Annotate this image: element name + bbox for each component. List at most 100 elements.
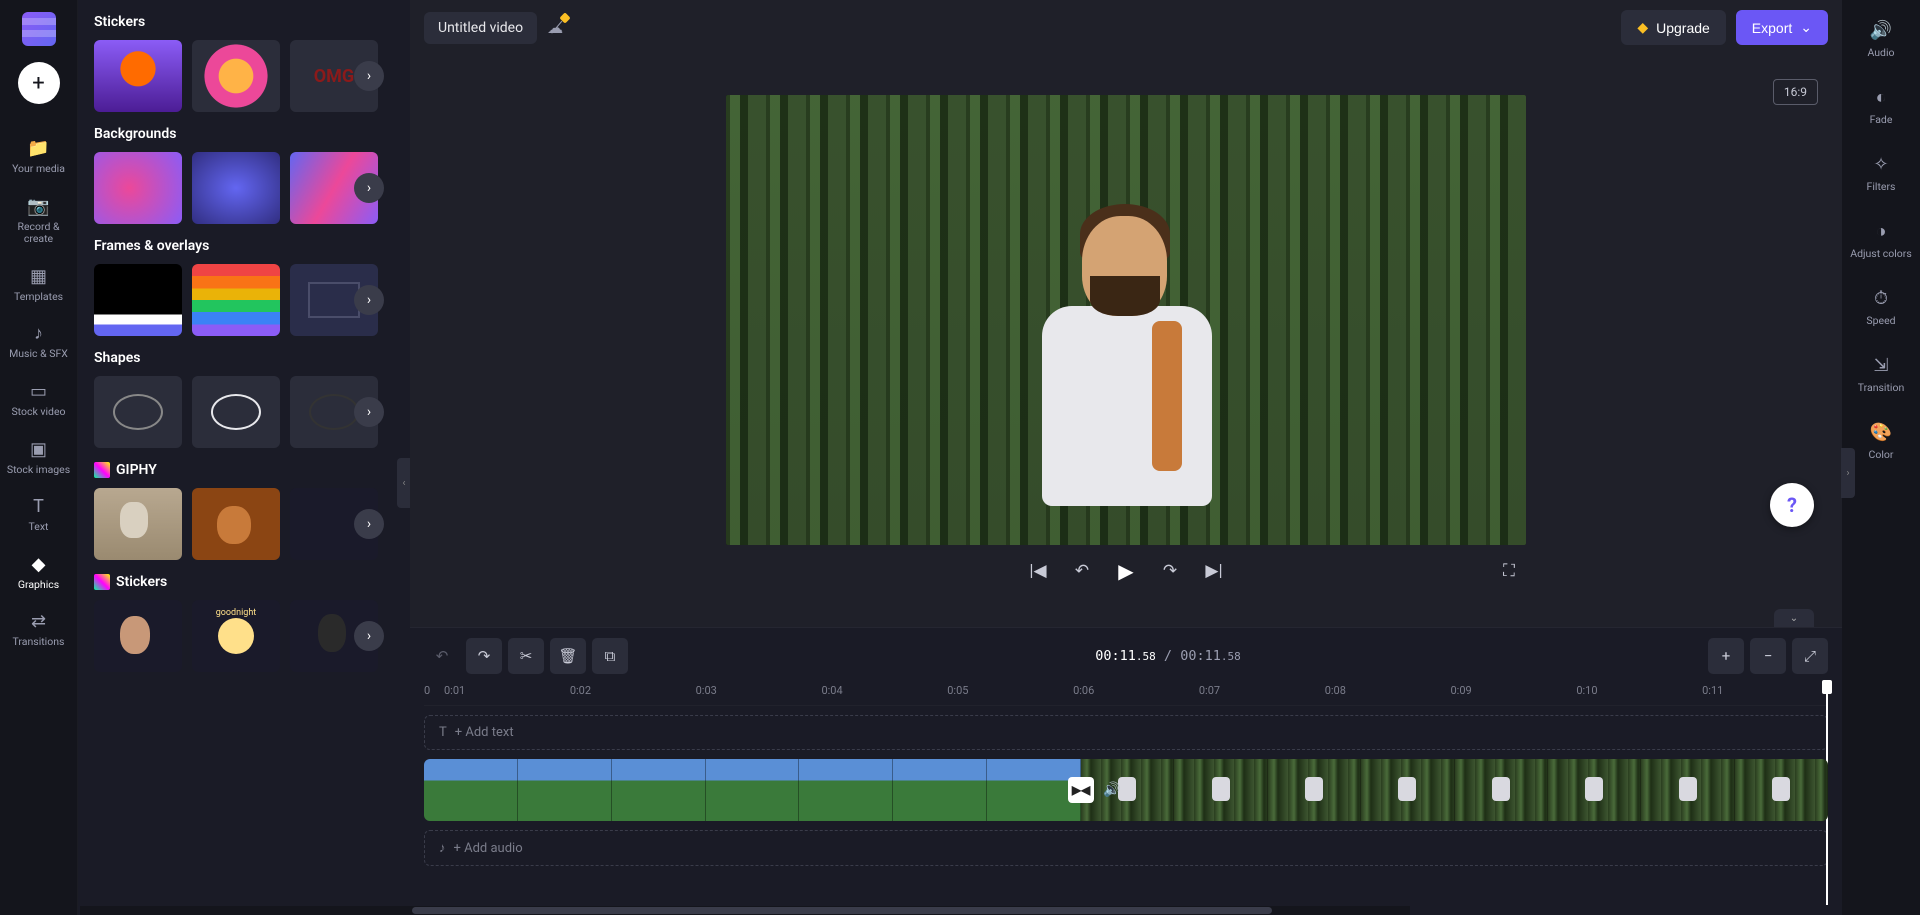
- prop-transition[interactable]: ⇲Transition: [1842, 355, 1920, 394]
- giphy-sticker-thumb[interactable]: [94, 600, 182, 672]
- nav-templates[interactable]: ▦Templates: [0, 256, 77, 314]
- giphy-logo-icon: [94, 462, 110, 478]
- templates-icon: ▦: [30, 266, 47, 287]
- video-canvas[interactable]: [726, 95, 1526, 545]
- giphy-thumb[interactable]: [94, 488, 182, 560]
- left-nav-rail: + 📁Your media 📷Record & create ▦Template…: [0, 0, 78, 915]
- play-button[interactable]: ▶: [1115, 559, 1137, 583]
- preview-area: 16:9 |◀ ↶ ▶ ↷ ▶| ⛶ ? ⌄: [410, 55, 1842, 627]
- frame-thumb[interactable]: [94, 264, 182, 336]
- giphy-thumb[interactable]: [192, 488, 280, 560]
- duplicate-button[interactable]: ⧉: [592, 638, 628, 674]
- right-properties-rail: 🔊Audio ◐Fade ✧Filters ◑Adjust colors ⏱Sp…: [1842, 0, 1920, 915]
- more-giphy-stickers-button[interactable]: ›: [354, 621, 384, 651]
- section-backgrounds-title: Backgrounds: [94, 126, 394, 142]
- frame-thumb[interactable]: [192, 264, 280, 336]
- giphy-row: ›: [94, 488, 394, 560]
- timeline-ruler[interactable]: 0 0:01 0:02 0:03 0:04 0:05 0:06 0:07 0:0…: [424, 680, 1828, 706]
- delete-button[interactable]: 🗑: [550, 638, 586, 674]
- video-icon: ▭: [30, 381, 47, 402]
- cloud-sync-off-icon[interactable]: ☁̸: [547, 18, 563, 37]
- prop-speed[interactable]: ⏱Speed: [1842, 288, 1920, 327]
- transitions-icon: ⇄: [31, 611, 46, 632]
- nav-transitions[interactable]: ⇄Transitions: [0, 601, 77, 659]
- background-thumb[interactable]: [192, 152, 280, 224]
- add-text-track[interactable]: T+ Add text: [424, 715, 1828, 750]
- video-clip-2[interactable]: [1081, 759, 1828, 821]
- adjust-icon: ◑: [1876, 221, 1887, 242]
- nav-your-media[interactable]: 📁Your media: [0, 128, 77, 186]
- transition-marker[interactable]: ▶◀: [1068, 777, 1094, 803]
- nav-text[interactable]: TText: [0, 486, 77, 544]
- chevron-down-icon: ⌄: [1800, 19, 1812, 36]
- app-logo[interactable]: [22, 12, 56, 46]
- sticker-thumb[interactable]: [94, 40, 182, 112]
- redo-button[interactable]: ↷: [466, 638, 502, 674]
- zoom-in-button[interactable]: +: [1708, 638, 1744, 674]
- timeline-toolbar: ↶ ↷ ✂ 🗑 ⧉ 00:11.58 / 00:11.58 + − ⤢: [424, 638, 1828, 674]
- sticker-thumb[interactable]: [192, 40, 280, 112]
- backgrounds-row: ›: [94, 152, 394, 224]
- project-title[interactable]: Untitled video: [424, 12, 537, 44]
- player-controls: |◀ ↶ ▶ ↷ ▶| ⛶: [726, 545, 1526, 597]
- more-giphy-button[interactable]: ›: [354, 509, 384, 539]
- export-button[interactable]: Export⌄: [1736, 10, 1828, 45]
- nav-stock-images[interactable]: ▣Stock images: [0, 429, 77, 487]
- undo-button[interactable]: ↶: [424, 638, 460, 674]
- section-giphy-stickers-title: Stickers: [94, 574, 394, 590]
- fullscreen-button[interactable]: ⛶: [1498, 561, 1520, 581]
- prop-filters[interactable]: ✧Filters: [1842, 154, 1920, 193]
- stickers-row: OMG ›: [94, 40, 394, 112]
- skip-start-button[interactable]: |◀: [1027, 561, 1049, 581]
- asset-panel: Stickers OMG › Backgrounds › Frames & ov…: [78, 0, 410, 915]
- nav-music-sfx[interactable]: ♪Music & SFX: [0, 313, 77, 371]
- shapes-row: ›: [94, 376, 394, 448]
- video-track[interactable]: ▶◀ 🔊: [424, 759, 1828, 821]
- section-shapes-title: Shapes: [94, 350, 394, 366]
- music-icon: ♪: [439, 840, 446, 856]
- more-frames-button[interactable]: ›: [354, 285, 384, 315]
- rewind-5s-button[interactable]: ↶: [1071, 561, 1093, 581]
- upgrade-button[interactable]: ◆Upgrade: [1621, 10, 1725, 45]
- more-backgrounds-button[interactable]: ›: [354, 173, 384, 203]
- speaker-icon: 🔊: [1870, 20, 1892, 41]
- timeline-panel: ↶ ↷ ✂ 🗑 ⧉ 00:11.58 / 00:11.58 + − ⤢ 0 0:…: [410, 627, 1842, 915]
- help-button[interactable]: ?: [1770, 483, 1814, 527]
- video-clip-1[interactable]: [424, 759, 1081, 821]
- timeline-collapse-toggle[interactable]: ⌄: [1774, 609, 1814, 627]
- collapse-asset-panel-button[interactable]: ‹: [397, 458, 410, 508]
- background-thumb[interactable]: [94, 152, 182, 224]
- shape-thumb[interactable]: [94, 376, 182, 448]
- aspect-ratio-button[interactable]: 16:9: [1773, 79, 1818, 105]
- clip-audio-icon[interactable]: 🔊: [1103, 782, 1120, 798]
- horizontal-scrollbar[interactable]: [80, 906, 1410, 915]
- nav-stock-video[interactable]: ▭Stock video: [0, 371, 77, 429]
- giphy-sticker-thumb[interactable]: [192, 600, 280, 672]
- timeline-timecode: 00:11.58 / 00:11.58: [634, 648, 1702, 664]
- forward-5s-button[interactable]: ↷: [1159, 561, 1181, 581]
- split-button[interactable]: ✂: [508, 638, 544, 674]
- giphy-stickers-row: ›: [94, 600, 394, 672]
- folder-icon: 📁: [27, 138, 49, 159]
- transition-icon: ⇲: [1873, 355, 1888, 376]
- text-icon: T: [439, 725, 447, 740]
- add-audio-track[interactable]: ♪+ Add audio: [424, 830, 1828, 866]
- frames-row: ›: [94, 264, 394, 336]
- collapse-right-rail-button[interactable]: ›: [1841, 448, 1855, 498]
- more-shapes-button[interactable]: ›: [354, 397, 384, 427]
- shape-thumb[interactable]: [192, 376, 280, 448]
- graphics-icon: ◆: [32, 554, 46, 575]
- more-stickers-button[interactable]: ›: [354, 61, 384, 91]
- add-media-button[interactable]: +: [18, 62, 60, 104]
- skip-end-button[interactable]: ▶|: [1203, 561, 1225, 581]
- section-giphy-title: GIPHY: [94, 462, 394, 478]
- fit-timeline-button[interactable]: ⤢: [1792, 638, 1828, 674]
- nav-graphics[interactable]: ◆Graphics: [0, 544, 77, 602]
- zoom-out-button[interactable]: −: [1750, 638, 1786, 674]
- palette-icon: 🎨: [1870, 422, 1892, 443]
- prop-fade[interactable]: ◐Fade: [1842, 87, 1920, 126]
- music-icon: ♪: [34, 323, 43, 344]
- prop-audio[interactable]: 🔊Audio: [1842, 20, 1920, 59]
- prop-adjust-colors[interactable]: ◑Adjust colors: [1842, 221, 1920, 260]
- nav-record-create[interactable]: 📷Record & create: [0, 186, 77, 256]
